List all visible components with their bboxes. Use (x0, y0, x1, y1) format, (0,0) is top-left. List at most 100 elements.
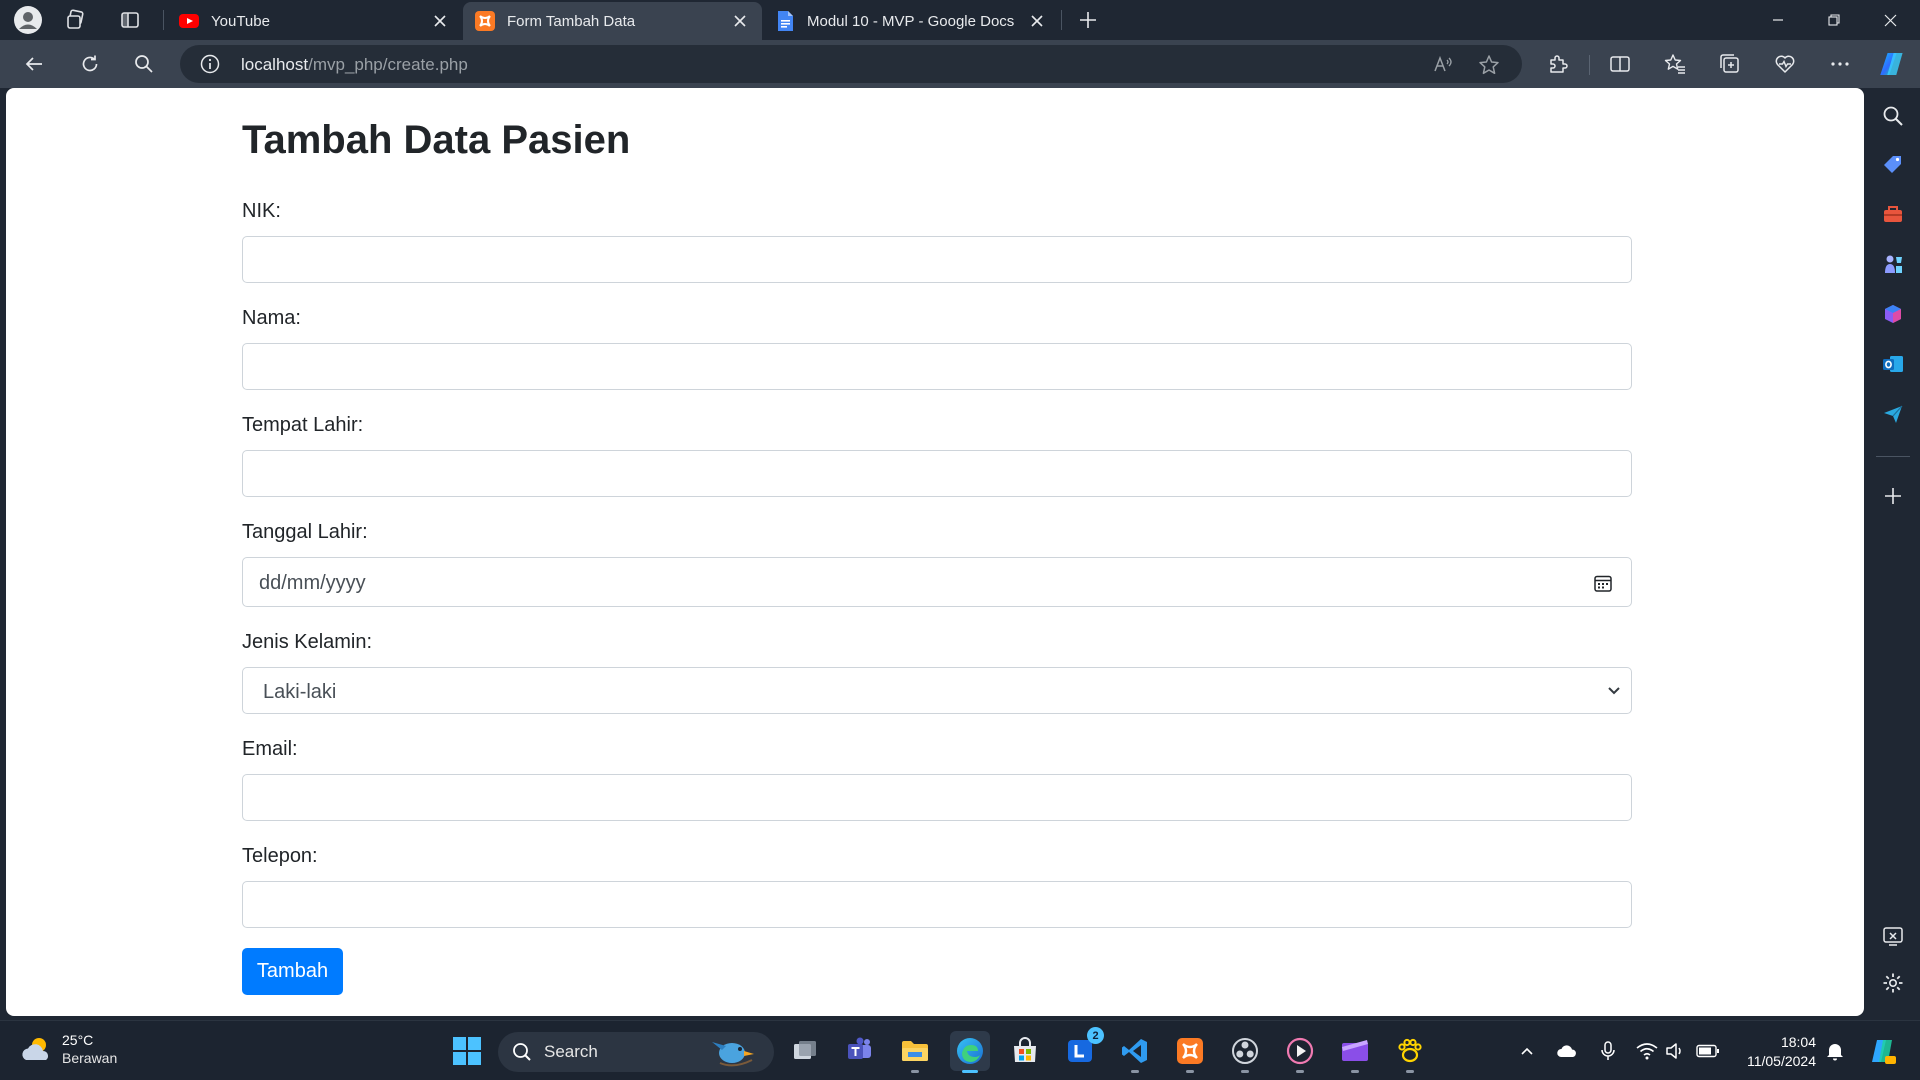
tanggal-lahir-input[interactable]: dd/mm/yyyy (242, 557, 1632, 607)
sidebar-games-button[interactable] (1880, 251, 1906, 277)
sidebar-drop-button[interactable] (1880, 401, 1906, 427)
tempat-lahir-input[interactable] (242, 450, 1632, 497)
minimize-button[interactable] (1750, 0, 1806, 40)
weather-widget[interactable]: 25°C Berawan (20, 1031, 117, 1067)
tab-title: Modul 10 - MVP - Google Docs (807, 12, 1015, 30)
jenis-kelamin-select[interactable]: Laki-laki (242, 667, 1632, 714)
teams-app[interactable] (840, 1031, 880, 1071)
media-player-app[interactable] (1280, 1031, 1320, 1073)
vscode-icon (1122, 1039, 1147, 1063)
address-bar[interactable]: localhost/mvp_php/create.php (180, 45, 1522, 83)
sidebar-settings-button[interactable] (1880, 970, 1906, 996)
clock-time: 18:04 (1780, 1034, 1816, 1050)
outlook-icon (1883, 356, 1903, 372)
tab-form-tambah-data[interactable]: Form Tambah Data (463, 2, 762, 40)
onedrive-tray[interactable] (1555, 1039, 1579, 1063)
search-button[interactable] (126, 48, 162, 80)
norton-app[interactable] (1390, 1031, 1430, 1073)
tab-actions-button[interactable] (112, 4, 148, 36)
microsoft-365-icon (1885, 305, 1901, 323)
read-aloud-button[interactable] (1430, 52, 1456, 78)
windows-logo-icon (453, 1037, 481, 1065)
sidebar-office-button[interactable] (1880, 301, 1906, 327)
notifications-button[interactable] (1823, 1039, 1847, 1063)
system-clock[interactable]: 18:04 11/05/2024 (1736, 1033, 1816, 1071)
search-icon (513, 1043, 531, 1061)
file-explorer-app[interactable] (895, 1031, 935, 1073)
search-highlight-bird-icon (712, 1042, 754, 1067)
taskbar-search[interactable]: Search (498, 1032, 774, 1072)
refresh-icon (82, 55, 98, 72)
minimize-icon (1773, 19, 1783, 21)
more-options-button[interactable] (1822, 48, 1858, 80)
sidebar-shopping-button[interactable] (1880, 151, 1906, 177)
email-input[interactable] (242, 774, 1632, 821)
sidebar-outlook-button[interactable] (1880, 351, 1906, 377)
tab-close-button[interactable] (1027, 11, 1047, 31)
workspaces-button[interactable] (58, 4, 94, 36)
tambah-button[interactable]: Tambah (242, 948, 343, 995)
favorite-star-button[interactable] (1476, 52, 1502, 78)
screenshot-icon (1883, 927, 1903, 946)
start-button[interactable] (447, 1031, 487, 1071)
volume-tray[interactable] (1663, 1039, 1687, 1063)
close-icon (434, 15, 446, 27)
speaker-icon (1666, 1043, 1681, 1059)
split-screen-button[interactable] (1602, 48, 1638, 80)
sidebar-screenshot-button[interactable] (1880, 923, 1906, 949)
wifi-icon (1636, 1043, 1658, 1060)
obs-app[interactable] (1225, 1031, 1265, 1073)
back-button[interactable] (16, 48, 52, 80)
chess-piece-icon (1885, 255, 1902, 273)
battery-tray[interactable] (1696, 1039, 1720, 1063)
clipchamp-app[interactable] (1335, 1031, 1375, 1073)
copilot-button[interactable] (1875, 48, 1911, 80)
task-view-button[interactable] (785, 1031, 825, 1071)
restore-button[interactable] (1806, 0, 1862, 40)
tab-close-button[interactable] (730, 11, 750, 31)
window-close-button[interactable] (1862, 0, 1918, 40)
date-placeholder: dd/mm/yyyy (259, 572, 366, 594)
browser-toolbar: localhost/mvp_php/create.php (0, 40, 1920, 88)
favorites-button[interactable] (1657, 48, 1693, 80)
telepon-input[interactable] (242, 881, 1632, 928)
copilot-taskbar-button[interactable] (1866, 1035, 1898, 1067)
play-icon (1286, 1037, 1314, 1065)
nik-input[interactable] (242, 236, 1632, 283)
obs-icon (1232, 1038, 1258, 1064)
browser-essentials-button[interactable] (1767, 48, 1803, 80)
restore-icon (1828, 14, 1840, 26)
nama-label: Nama: (242, 307, 301, 329)
show-hidden-icons-button[interactable] (1515, 1039, 1539, 1063)
calendar-icon (1594, 575, 1612, 592)
sidebar-tools-button[interactable] (1880, 201, 1906, 227)
microsoft-store-app[interactable] (1005, 1031, 1045, 1071)
new-tab-button[interactable] (1070, 4, 1106, 36)
mail-app[interactable]: 2 (1060, 1027, 1104, 1071)
xampp-app[interactable] (1170, 1031, 1210, 1073)
profile-avatar[interactable] (10, 4, 46, 36)
edge-app[interactable] (950, 1031, 990, 1073)
running-indicator (911, 1070, 919, 1073)
collections-button[interactable] (1712, 48, 1748, 80)
sidebar-add-button[interactable] (1880, 483, 1906, 509)
microphone-tray[interactable] (1596, 1039, 1620, 1063)
vscode-app[interactable] (1115, 1031, 1155, 1073)
refresh-button[interactable] (72, 48, 108, 80)
extensions-button[interactable] (1540, 48, 1576, 80)
video-editor-icon (1342, 1040, 1368, 1061)
url-text[interactable]: localhost/mvp_php/create.php (241, 55, 468, 75)
tab-close-button[interactable] (430, 11, 450, 31)
date-picker-button[interactable] (1593, 573, 1613, 593)
sidebar-search-button[interactable] (1880, 103, 1906, 129)
tab-youtube[interactable]: YouTube (167, 2, 462, 40)
close-icon (734, 15, 746, 27)
wifi-tray[interactable] (1635, 1039, 1659, 1063)
tab-title: Form Tambah Data (507, 12, 636, 30)
info-icon[interactable] (200, 54, 220, 74)
close-icon (1884, 14, 1896, 26)
tab-google-docs[interactable]: Modul 10 - MVP - Google Docs (763, 2, 1059, 40)
more-horizontal-icon (1831, 62, 1849, 66)
nama-input[interactable] (242, 343, 1632, 390)
profile-icon (14, 6, 42, 34)
